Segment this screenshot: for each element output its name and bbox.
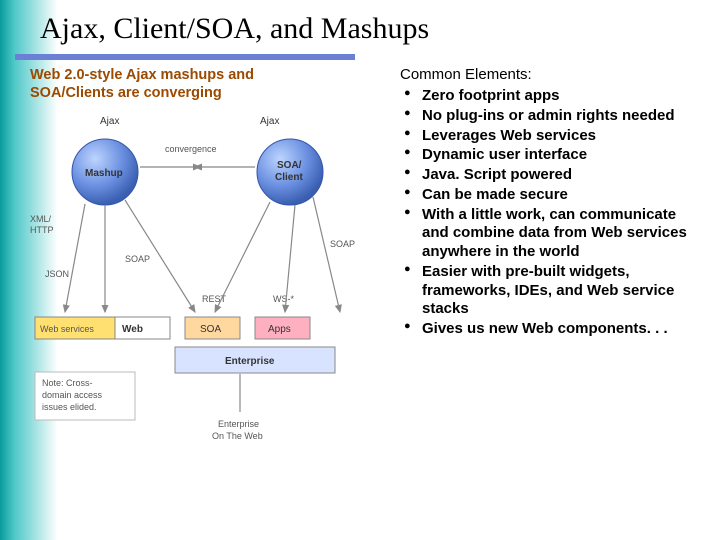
footer-line-1: Enterprise [218, 419, 259, 429]
arrow-client-soa [215, 202, 270, 312]
common-elements-list: Zero footprint apps No plug-ins or admin… [400, 87, 690, 339]
enterprise-box-label: Enterprise [225, 356, 275, 367]
ajax-label-left: Ajax [100, 116, 119, 127]
apps-box-label: Apps [268, 324, 291, 335]
soap-left-label: SOAP [125, 254, 150, 264]
list-item: Dynamic user interface [400, 146, 690, 165]
convergence-diagram: Ajax Ajax convergence Mashup SOA/ Client… [30, 112, 380, 492]
arrow-mashup-ws [65, 204, 85, 312]
ws-star-label: WS-* [273, 294, 294, 304]
soap-right-label: SOAP [330, 239, 355, 249]
list-item: Leverages Web services [400, 127, 690, 146]
soa-client-label-2: Client [275, 172, 303, 183]
soa-client-label-1: SOA/ [277, 160, 302, 171]
list-item: No plug-ins or admin rights needed [400, 107, 690, 126]
mashup-sphere-label: Mashup [85, 168, 123, 179]
diagram-heading-line1: Web 2.0-style Ajax mashups and [30, 67, 254, 83]
note-line-1: Note: Cross- [42, 378, 93, 388]
list-item: Easier with pre-built widgets, framework… [400, 263, 690, 319]
list-item: Java. Script powered [400, 166, 690, 185]
list-item: Zero footprint apps [400, 87, 690, 106]
soa-box-label: SOA [200, 324, 221, 335]
content-row: Web 2.0-style Ajax mashups and SOA/Clien… [0, 66, 720, 497]
web-box-label: Web [122, 324, 143, 335]
xml-http-label-1: XML/ [30, 214, 52, 224]
web-services-box-label: Web services [40, 324, 94, 334]
diagram-heading: Web 2.0-style Ajax mashups and SOA/Clien… [30, 66, 390, 102]
common-elements-panel: Common Elements: Zero footprint apps No … [400, 66, 690, 497]
slide-title: Ajax, Client/SOA, and Mashups [0, 0, 720, 54]
footer-line-2: On The Web [212, 431, 263, 441]
diagram-heading-line2: SOA/Clients are converging [30, 85, 222, 101]
list-item: Can be made secure [400, 186, 690, 205]
list-item: With a little work, can communicate and … [400, 206, 690, 262]
note-line-2: domain access [42, 390, 103, 400]
convergence-label: convergence [165, 144, 217, 154]
ajax-label-right: Ajax [260, 116, 279, 127]
arrow-client-right [313, 197, 340, 312]
common-elements-heading: Common Elements: [400, 66, 690, 83]
xml-http-label-2: HTTP [30, 225, 54, 235]
note-line-3: issues elided. [42, 402, 97, 412]
diagram-panel: Web 2.0-style Ajax mashups and SOA/Clien… [30, 66, 390, 497]
title-underline [15, 54, 355, 60]
list-item: Gives us new Web components. . . [400, 320, 690, 339]
json-label: JSON [45, 269, 69, 279]
